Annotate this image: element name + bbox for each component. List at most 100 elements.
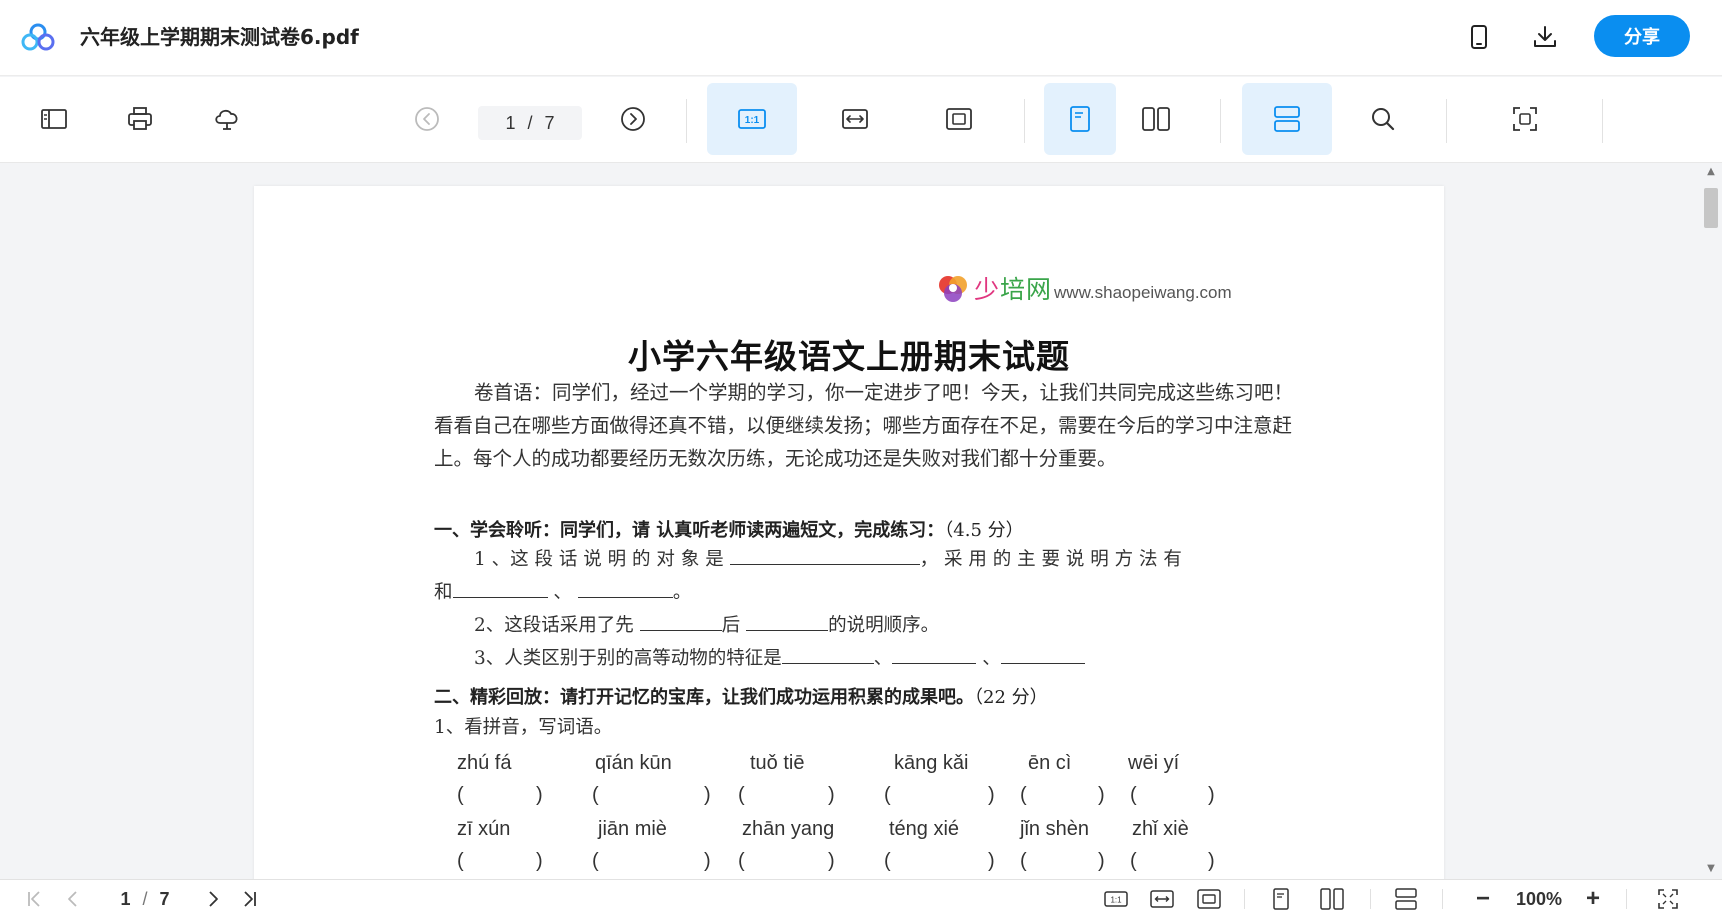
pinyin-item: zhú fá (457, 752, 512, 774)
fit-width-icon (842, 109, 868, 129)
download-button[interactable] (1528, 20, 1562, 54)
pinyin-item: tuǒ tiē (750, 752, 805, 774)
fit-width-icon (1150, 890, 1174, 908)
zoom-level[interactable]: 100% (1506, 886, 1572, 912)
next-page-icon (209, 891, 218, 907)
single-page-icon (1070, 106, 1090, 132)
last-page-button[interactable] (236, 886, 262, 912)
scroll-thumb[interactable] (1704, 188, 1718, 228)
bottom-divider (1442, 889, 1443, 909)
answer-blank (452, 578, 548, 598)
total-pages: 7 (544, 112, 555, 133)
pinyin-item: ēn cì (1028, 752, 1072, 774)
bottom-divider (1244, 889, 1245, 909)
toolbar-divider (1446, 99, 1447, 143)
bottom-actual-size-button[interactable]: 1:1 (1102, 886, 1130, 912)
actual-size-button[interactable]: 1:1 (707, 83, 797, 155)
prev-page-icon (68, 891, 77, 907)
fit-page-icon (1197, 889, 1221, 909)
search-icon (1372, 108, 1395, 131)
question-1: 1 、这 段 话 说 明 的 对 象 是 ， 采 用 的 主 要 说 明 方 法… (474, 544, 1182, 576)
document-viewer[interactable]: 少培网 www.shaopeiwang.com 小学六年级语文上册期末试题 卷首… (0, 164, 1700, 879)
bottom-fit-width-button[interactable] (1148, 886, 1176, 912)
pinyin-item: jiān miè (598, 818, 667, 840)
fit-page-button[interactable] (914, 83, 1004, 155)
print-icon (128, 107, 152, 130)
zoom-out-button[interactable]: − (1470, 885, 1496, 912)
svg-text:1:1: 1:1 (745, 115, 760, 126)
first-page-button[interactable] (22, 886, 48, 912)
continuous-scroll-button[interactable] (1242, 83, 1332, 155)
site-logo: 少培网 www.shaopeiwang.com (936, 270, 1232, 306)
current-page: 1 (505, 112, 516, 133)
section-2-heading: 二、精彩回放：请打开记忆的宝库，让我们成功运用积累的成果吧。（22 分） (434, 687, 1048, 708)
bottom-divider (1370, 889, 1371, 909)
next-page-button[interactable] (588, 83, 678, 155)
actual-size-icon: 1:1 (738, 109, 766, 129)
question-1-cont: 和 、 。 (434, 577, 691, 609)
scroll-down-arrow[interactable]: ▼ (1705, 863, 1717, 875)
sidebar-toggle-icon (41, 109, 67, 129)
site-logo-icon (936, 271, 970, 305)
site-logo-name: 少培网 (974, 275, 1053, 304)
question-3: 3、人类区别于别的高等动物的特征是、 、 (474, 643, 1085, 675)
zoom-in-button[interactable]: + (1580, 885, 1606, 912)
two-page-icon (1320, 888, 1344, 910)
scan-button[interactable] (1480, 83, 1570, 155)
single-page-icon (1273, 888, 1289, 910)
answer-blank (746, 611, 829, 631)
answer-blank (639, 611, 722, 631)
svg-text:1:1: 1:1 (1110, 896, 1122, 905)
cloud-save-button[interactable] (182, 83, 272, 155)
intro-paragraph: 卷首语：同学们，经过一个学期的学习，你一定进步了吧！今天，让我们共同完成这些练习… (434, 381, 1294, 470)
bottom-continuous-scroll-button[interactable] (1392, 886, 1420, 912)
bottom-single-page-button[interactable] (1268, 886, 1294, 912)
actual-size-icon: 1:1 (1104, 891, 1128, 907)
cloud-save-icon (215, 109, 238, 130)
next-page-icon (621, 107, 645, 131)
bottom-next-page-button[interactable] (200, 886, 226, 912)
prev-page-button[interactable] (382, 83, 472, 155)
last-page-icon (244, 891, 256, 907)
pinyin-item: zhǐ xiè (1132, 818, 1189, 840)
fit-page-icon (946, 108, 972, 130)
toolbar-divider (1220, 99, 1221, 143)
sub-question-1: 1、看拼音，写词语。 (434, 717, 613, 738)
paper-title: 小学六年级语文上册期末试题 (628, 337, 1070, 376)
pinyin-item: téng xié (889, 818, 960, 840)
scroll-up-arrow[interactable]: ▲ (1705, 166, 1717, 178)
toolbar-divider (1602, 99, 1603, 143)
search-button[interactable] (1338, 83, 1428, 155)
app-logo-icon (20, 22, 56, 52)
page-separator: / (142, 888, 148, 909)
bottom-prev-page-button[interactable] (60, 886, 86, 912)
pinyin-item: jǐn shèn (1020, 818, 1089, 840)
print-button[interactable] (95, 83, 185, 155)
pinyin-item: wēi yí (1128, 752, 1180, 774)
page-number-input[interactable]: 1 / 7 (478, 106, 582, 140)
first-page-icon (28, 891, 40, 907)
current-page: 1 (120, 888, 131, 909)
vertical-scrollbar[interactable]: ▲ ▼ (1700, 164, 1722, 879)
viewer-toolbar: 1 / 7 1:1 (0, 77, 1722, 163)
single-page-button[interactable] (1044, 83, 1116, 155)
share-button[interactable]: 分享 (1594, 15, 1690, 57)
answer-blank (729, 545, 920, 565)
two-page-button[interactable] (1120, 83, 1192, 155)
fullscreen-button[interactable] (1654, 886, 1682, 912)
page-separator: / (527, 112, 533, 133)
sidebar-toggle-button[interactable] (9, 83, 99, 155)
fit-width-button[interactable] (810, 83, 900, 155)
two-page-icon (1142, 107, 1170, 131)
total-pages: 7 (159, 888, 170, 909)
pdf-page: 少培网 www.shaopeiwang.com 小学六年级语文上册期末试题 卷首… (254, 186, 1444, 879)
mobile-view-button[interactable] (1462, 20, 1496, 54)
continuous-scroll-icon (1395, 888, 1417, 910)
toolbar-divider (1024, 99, 1025, 143)
continuous-scroll-icon (1274, 106, 1300, 132)
bottom-two-page-button[interactable] (1318, 886, 1346, 912)
question-2: 2、这段话采用了先 后 的说明顺序。 (474, 610, 939, 642)
bottom-fit-page-button[interactable] (1195, 886, 1223, 912)
bottom-page-indicator[interactable]: 1 / 7 (100, 886, 190, 912)
prev-page-icon (415, 107, 439, 131)
